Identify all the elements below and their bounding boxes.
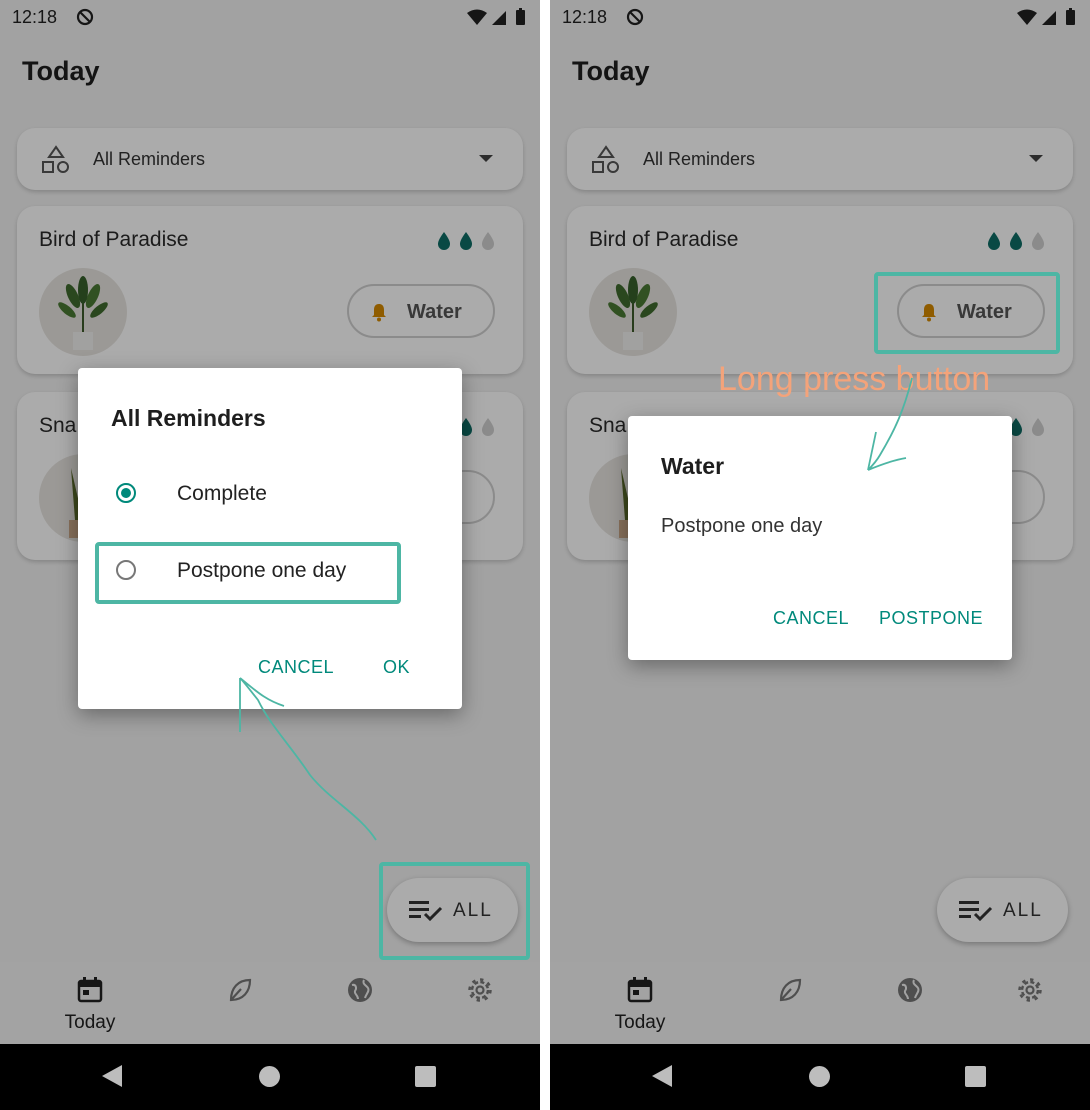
system-navigation-bar: [550, 1044, 1090, 1110]
left-screenshot: 12:18 Today All Reminders Bird of Paradi…: [0, 0, 540, 1110]
dialog-title: Water: [661, 453, 725, 479]
right-screenshot: 12:18 Today All Reminders Bird of Paradi…: [550, 0, 1090, 1110]
radio-label: Complete: [177, 482, 267, 505]
home-icon[interactable]: [809, 1066, 830, 1087]
cancel-button[interactable]: CANCEL: [258, 657, 334, 678]
recents-icon[interactable]: [965, 1066, 986, 1087]
annotation-label: Long press button: [718, 360, 991, 398]
system-navigation-bar: [0, 1044, 540, 1110]
highlight-box-water-button: [874, 272, 1060, 354]
back-icon[interactable]: [652, 1065, 672, 1087]
cancel-button[interactable]: CANCEL: [773, 608, 849, 629]
all-reminders-dialog: All Reminders Complete Postpone one day …: [78, 368, 462, 709]
ok-button[interactable]: OK: [383, 657, 410, 678]
radio-button-checked[interactable]: [116, 483, 136, 503]
water-dialog: Water Postpone one day CANCEL POSTPONE: [628, 416, 1012, 660]
dialog-message: Postpone one day: [661, 515, 823, 537]
dialog-title: All Reminders: [111, 405, 266, 431]
postpone-button[interactable]: POSTPONE: [879, 608, 983, 629]
back-icon[interactable]: [102, 1065, 122, 1087]
highlight-box-fab: [379, 862, 530, 960]
radio-option-complete[interactable]: Complete: [96, 467, 396, 523]
highlight-box-postpone: [95, 542, 401, 604]
recents-icon[interactable]: [415, 1066, 436, 1087]
home-icon[interactable]: [259, 1066, 280, 1087]
